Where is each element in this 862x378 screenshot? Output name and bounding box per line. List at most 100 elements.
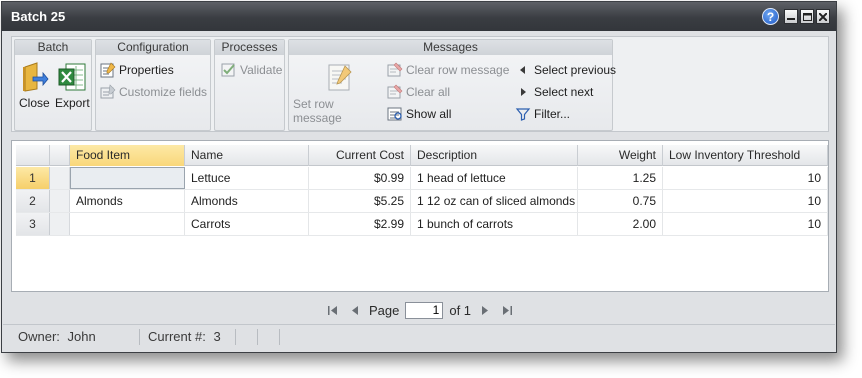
next-page-button[interactable]: [477, 302, 493, 318]
select-previous-label: Select previous: [534, 63, 617, 77]
properties-label: Properties: [119, 63, 174, 77]
customize-fields-button[interactable]: Customize fields: [100, 84, 207, 100]
row-marker: [50, 213, 70, 235]
current-cost-cell[interactable]: $5.25: [309, 190, 411, 212]
messages-group: Messages Set row message Clear row messa…: [288, 39, 616, 131]
weight-cell[interactable]: 2.00: [578, 213, 663, 235]
validate-label: Validate: [240, 63, 283, 77]
page-count-label: of 1: [449, 302, 472, 318]
threshold-cell[interactable]: 10: [663, 213, 828, 235]
status-empty-cell: [258, 328, 280, 345]
food-item-cell[interactable]: [70, 213, 185, 235]
owner-value: John: [67, 328, 96, 344]
first-page-button[interactable]: [325, 302, 341, 318]
status-empty-cell: [236, 328, 258, 345]
threshold-cell[interactable]: 10: [663, 167, 828, 189]
previous-arrow-icon: [520, 66, 525, 74]
owner-label: Owner:: [18, 328, 60, 344]
page-number-input[interactable]: [405, 301, 444, 319]
column-header-current-cost[interactable]: Current Cost: [309, 145, 411, 166]
clear-all-icon: [387, 84, 403, 99]
set-row-message-label: Set row message: [293, 97, 342, 125]
name-cell[interactable]: Lettuce: [185, 167, 309, 189]
current-value: 3: [213, 328, 221, 344]
batch-grid: Food Item Name Current Cost Description …: [11, 140, 829, 292]
filter-button[interactable]: Filter...: [515, 106, 570, 122]
export-button[interactable]: Export: [55, 61, 90, 110]
close-label: Close: [19, 96, 50, 110]
current-cost-cell[interactable]: $0.99: [309, 167, 411, 189]
help-icon[interactable]: ?: [762, 8, 779, 25]
validate-check-icon: [221, 63, 235, 77]
customize-fields-label: Customize fields: [119, 85, 208, 99]
customize-fields-icon: [100, 84, 116, 99]
validate-button[interactable]: Validate: [221, 62, 282, 78]
weight-cell[interactable]: 1.25: [578, 167, 663, 189]
last-page-button[interactable]: [499, 302, 515, 318]
set-row-message-button[interactable]: Set row message: [293, 62, 385, 125]
pager: Page of 1: [11, 298, 829, 322]
row-number[interactable]: 1: [16, 167, 50, 189]
column-header-description[interactable]: Description: [411, 145, 578, 166]
maximize-icon: [802, 12, 812, 21]
name-cell[interactable]: Carrots: [185, 213, 309, 235]
clear-all-label: Clear all: [406, 85, 451, 99]
column-header-low-inventory-threshold[interactable]: Low Inventory Threshold: [663, 145, 828, 166]
page-label: Page: [368, 302, 400, 318]
properties-icon: [100, 62, 116, 78]
threshold-cell[interactable]: 10: [663, 190, 828, 212]
marker-header: [50, 145, 70, 166]
next-page-icon: [482, 305, 489, 315]
previous-page-button[interactable]: [347, 302, 363, 318]
description-cell[interactable]: 1 12 oz can of sliced almonds: [411, 190, 578, 212]
food-item-cell[interactable]: [70, 167, 185, 189]
filter-label: Filter...: [534, 107, 571, 121]
title-bar: Batch 25 ?: [2, 2, 836, 31]
current-label: Current #:: [148, 328, 206, 344]
column-header-weight[interactable]: Weight: [578, 145, 663, 166]
row-marker: [50, 167, 70, 189]
minimize-button[interactable]: [784, 9, 798, 24]
column-header-food-item[interactable]: Food Item: [70, 145, 185, 166]
status-bar: Owner: John Current #: 3: [3, 324, 835, 348]
description-cell[interactable]: 1 head of lettuce: [411, 167, 578, 189]
table-row[interactable]: 3 Carrots $2.99 1 bunch of carrots 2.00 …: [16, 213, 828, 236]
clear-row-message-label: Clear row message: [406, 63, 510, 77]
batch-group-header: Batch: [15, 40, 91, 55]
batch-group: Batch Close Export: [14, 39, 92, 131]
close-icon: [819, 12, 827, 21]
description-cell[interactable]: 1 bunch of carrots: [411, 213, 578, 235]
show-all-icon: [387, 107, 402, 121]
window-title: Batch 25: [11, 9, 66, 24]
table-row[interactable]: 2 Almonds Almonds $5.25 1 12 oz can of s…: [16, 190, 828, 213]
clear-row-message-button[interactable]: Clear row message: [387, 62, 509, 78]
configuration-group: Configuration Properties Customize field…: [95, 39, 211, 131]
row-number[interactable]: 3: [16, 213, 50, 235]
close-window-button[interactable]: [816, 9, 830, 24]
processes-group: Processes Validate: [214, 39, 285, 131]
filter-funnel-icon: [515, 108, 531, 121]
rownum-header: [16, 145, 50, 166]
maximize-button[interactable]: [800, 9, 814, 24]
weight-cell[interactable]: 0.75: [578, 190, 663, 212]
table-row[interactable]: 1 Lettuce $0.99 1 head of lettuce 1.25 1…: [16, 167, 828, 190]
properties-button[interactable]: Properties: [100, 62, 174, 78]
row-number[interactable]: 2: [16, 190, 50, 212]
select-next-button[interactable]: Select next: [515, 84, 593, 100]
clear-row-message-icon: [387, 62, 403, 77]
name-cell[interactable]: Almonds: [185, 190, 309, 212]
food-item-cell[interactable]: Almonds: [70, 190, 185, 212]
window-controls: ?: [762, 8, 830, 25]
set-row-message-icon: [328, 64, 352, 91]
ribbon-toolbar: Batch Close Export Configuration Propert…: [11, 36, 829, 132]
current-cost-cell[interactable]: $2.99: [309, 213, 411, 235]
current-status: Current #: 3: [140, 328, 236, 345]
clear-all-button[interactable]: Clear all: [387, 84, 450, 100]
grid-header-row: Food Item Name Current Cost Description …: [16, 145, 828, 166]
close-button[interactable]: Close: [19, 61, 50, 110]
owner-status: Owner: John: [3, 328, 140, 345]
export-label: Export: [55, 96, 90, 110]
select-previous-button[interactable]: Select previous: [515, 62, 616, 78]
column-header-name[interactable]: Name: [185, 145, 309, 166]
show-all-button[interactable]: Show all: [387, 106, 451, 122]
